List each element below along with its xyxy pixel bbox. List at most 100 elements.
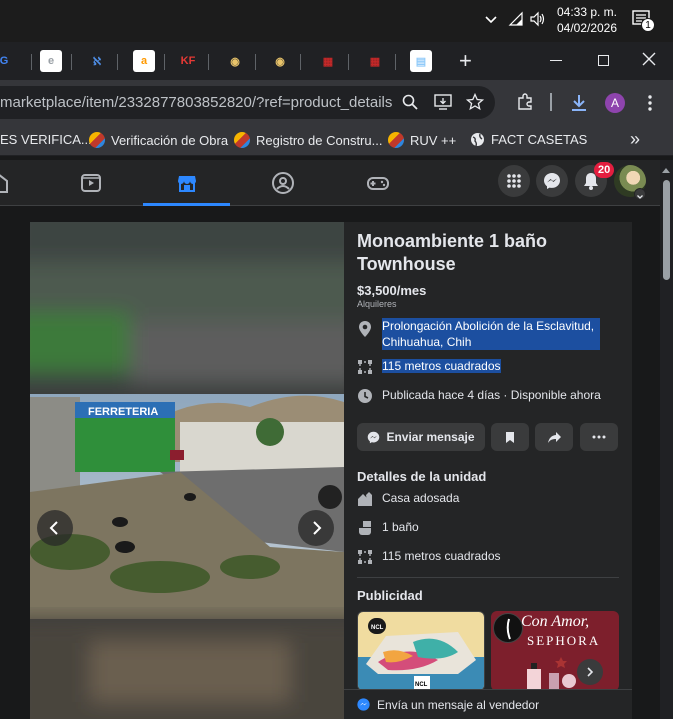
cruise-ship-image: NCL NCL bbox=[358, 612, 484, 690]
system-taskbar: 04:33 p. m. 04/02/2026 1 bbox=[0, 0, 673, 42]
ruv-icon bbox=[89, 132, 105, 148]
amazon-icon[interactable]: a bbox=[133, 50, 155, 72]
next-photo-button[interactable] bbox=[298, 510, 334, 546]
wifi-icon[interactable] bbox=[508, 11, 524, 27]
clock-date: 04/02/2026 bbox=[556, 21, 618, 35]
message-seller-bar[interactable]: Envía un mensaje al vendedor bbox=[344, 689, 632, 719]
eye-icon[interactable]: ◉ bbox=[269, 50, 291, 72]
marketplace-tab-icon[interactable] bbox=[175, 171, 199, 195]
ruv-icon bbox=[234, 132, 250, 148]
clock-icon bbox=[357, 388, 373, 404]
unit-size-text: 115 metros cuadrados bbox=[382, 549, 501, 563]
bookmark-star-icon[interactable] bbox=[465, 92, 485, 111]
new-tab-button[interactable]: + bbox=[459, 48, 472, 74]
published-text: Publicada hace 4 días · Disponible ahora bbox=[382, 388, 601, 402]
tab-separator bbox=[255, 54, 256, 70]
sephora-logo-icon bbox=[493, 613, 523, 643]
house-icon bbox=[357, 491, 373, 507]
bookmark-item[interactable]: RUV ++ bbox=[388, 132, 456, 148]
tab-separator bbox=[300, 54, 301, 70]
chevron-up-icon[interactable] bbox=[484, 12, 498, 26]
more-dots-icon bbox=[592, 435, 606, 439]
listing-category: Alquileres bbox=[357, 299, 397, 309]
save-button[interactable] bbox=[491, 423, 529, 451]
home-tab-partial[interactable] bbox=[0, 171, 10, 195]
ad-card-sephora[interactable]: Con Amor, SEPHORA bbox=[491, 611, 619, 691]
profile-avatar[interactable]: A bbox=[605, 93, 625, 113]
gaming-tab-icon[interactable] bbox=[366, 171, 390, 195]
message-seller-label: Envía un mensaje al vendedor bbox=[377, 697, 540, 712]
facebook-top-nav: 20 bbox=[0, 160, 660, 206]
unit-type-text: Casa adosada bbox=[382, 491, 460, 505]
bathrooms-row: 1 baño bbox=[357, 520, 419, 536]
grid-red-icon[interactable]: ▦ bbox=[317, 50, 339, 72]
share-button[interactable] bbox=[535, 423, 573, 451]
location-text: Prolongación Abolición de la Esclavitud,… bbox=[382, 318, 600, 350]
address-bar[interactable]: marketplace/item/2332877803852820/?ref=p… bbox=[0, 86, 495, 119]
scroll-up-arrow[interactable] bbox=[662, 168, 670, 173]
scrollbar-thumb[interactable] bbox=[663, 180, 670, 280]
listing-title: Monoambiente 1 baño Townhouse bbox=[357, 231, 548, 274]
bookmark-label: Verificación de Obra bbox=[111, 132, 229, 148]
clock[interactable]: 04:33 p. m. 04/02/2026 bbox=[556, 4, 618, 36]
tab-separator bbox=[164, 54, 165, 70]
tab-separator bbox=[31, 54, 32, 70]
clock-time: 04:33 p. m. bbox=[556, 5, 618, 19]
account-chevron-icon[interactable] bbox=[634, 188, 646, 200]
page-scrollbar[interactable] bbox=[660, 160, 673, 719]
maximize-button[interactable] bbox=[598, 55, 609, 66]
notification-center-icon[interactable]: 1 bbox=[632, 10, 658, 36]
download-icon[interactable] bbox=[569, 93, 589, 113]
google-icon[interactable]: G bbox=[0, 50, 15, 72]
ad-sephora-tagline: Con Amor, bbox=[521, 613, 590, 630]
close-window-button[interactable] bbox=[642, 52, 656, 66]
menu-grid-button[interactable] bbox=[498, 165, 530, 197]
ad-card-cruise[interactable]: NCL NCL bbox=[357, 611, 485, 691]
bookmark-item[interactable]: Registro de Constru... bbox=[234, 132, 382, 148]
ruv-icon bbox=[388, 132, 404, 148]
video-tab-icon[interactable] bbox=[79, 171, 103, 195]
bathtub-icon bbox=[357, 520, 373, 536]
next-ad-button[interactable] bbox=[577, 659, 603, 685]
messenger-button[interactable] bbox=[536, 165, 568, 197]
zoom-icon[interactable] bbox=[402, 94, 418, 110]
listing-photo-viewer[interactable]: FERRETERIA bbox=[30, 222, 344, 719]
volume-icon[interactable] bbox=[529, 11, 547, 27]
more-bookmarks-button[interactable]: » bbox=[630, 129, 640, 150]
bookmark-label: Registro de Constru... bbox=[256, 132, 383, 148]
install-app-icon[interactable] bbox=[434, 94, 452, 110]
active-tab-indicator bbox=[143, 203, 230, 206]
groups-tab-icon[interactable] bbox=[271, 171, 295, 195]
ads-heading: Publicidad bbox=[357, 588, 423, 603]
kebab-menu-icon[interactable] bbox=[646, 94, 654, 112]
eye-icon[interactable]: ◉ bbox=[224, 50, 246, 72]
minimize-button[interactable] bbox=[550, 60, 562, 61]
kf-icon[interactable]: KF bbox=[177, 50, 199, 72]
bookmark-item[interactable]: ES VERIFICA... bbox=[0, 132, 92, 147]
site-icon[interactable]: e bbox=[40, 50, 62, 72]
share-icon bbox=[547, 431, 561, 443]
tool-icon[interactable]: ℵ bbox=[86, 50, 108, 72]
url-text: marketplace/item/2332877803852820/?ref=p… bbox=[0, 94, 392, 111]
more-options-button[interactable] bbox=[580, 423, 618, 451]
bookmark-label: ES VERIFICA... bbox=[0, 132, 92, 147]
bookmark-item[interactable]: Verificación de Obra bbox=[89, 132, 228, 148]
messenger-icon bbox=[367, 431, 380, 444]
bookmarks-bar: ES VERIFICA... Verificación de Obra Regi… bbox=[0, 124, 673, 156]
previous-photo-button[interactable] bbox=[37, 510, 73, 546]
size-text: 115 metros cuadrados bbox=[382, 359, 501, 373]
globe-icon bbox=[470, 132, 485, 147]
size-row: 115 metros cuadrados bbox=[357, 359, 501, 375]
doc-icon[interactable]: ▤ bbox=[410, 50, 432, 72]
extensions-icon[interactable] bbox=[516, 93, 534, 111]
toolbar-divider bbox=[550, 93, 552, 111]
perfume-bottles-image bbox=[527, 657, 576, 689]
send-message-button[interactable]: Enviar mensaje bbox=[357, 423, 485, 451]
location-pin-icon bbox=[357, 320, 373, 337]
browser-tab-strip: Ge ℵ a KF ◉ ◉ ▦ ▦ ▤ + bbox=[0, 42, 673, 80]
tab-separator bbox=[395, 54, 396, 70]
grid-red-icon[interactable]: ▦ bbox=[364, 50, 386, 72]
section-divider bbox=[357, 577, 619, 578]
messenger-icon bbox=[357, 698, 370, 711]
bookmark-item[interactable]: FACT CASETAS bbox=[470, 132, 587, 147]
